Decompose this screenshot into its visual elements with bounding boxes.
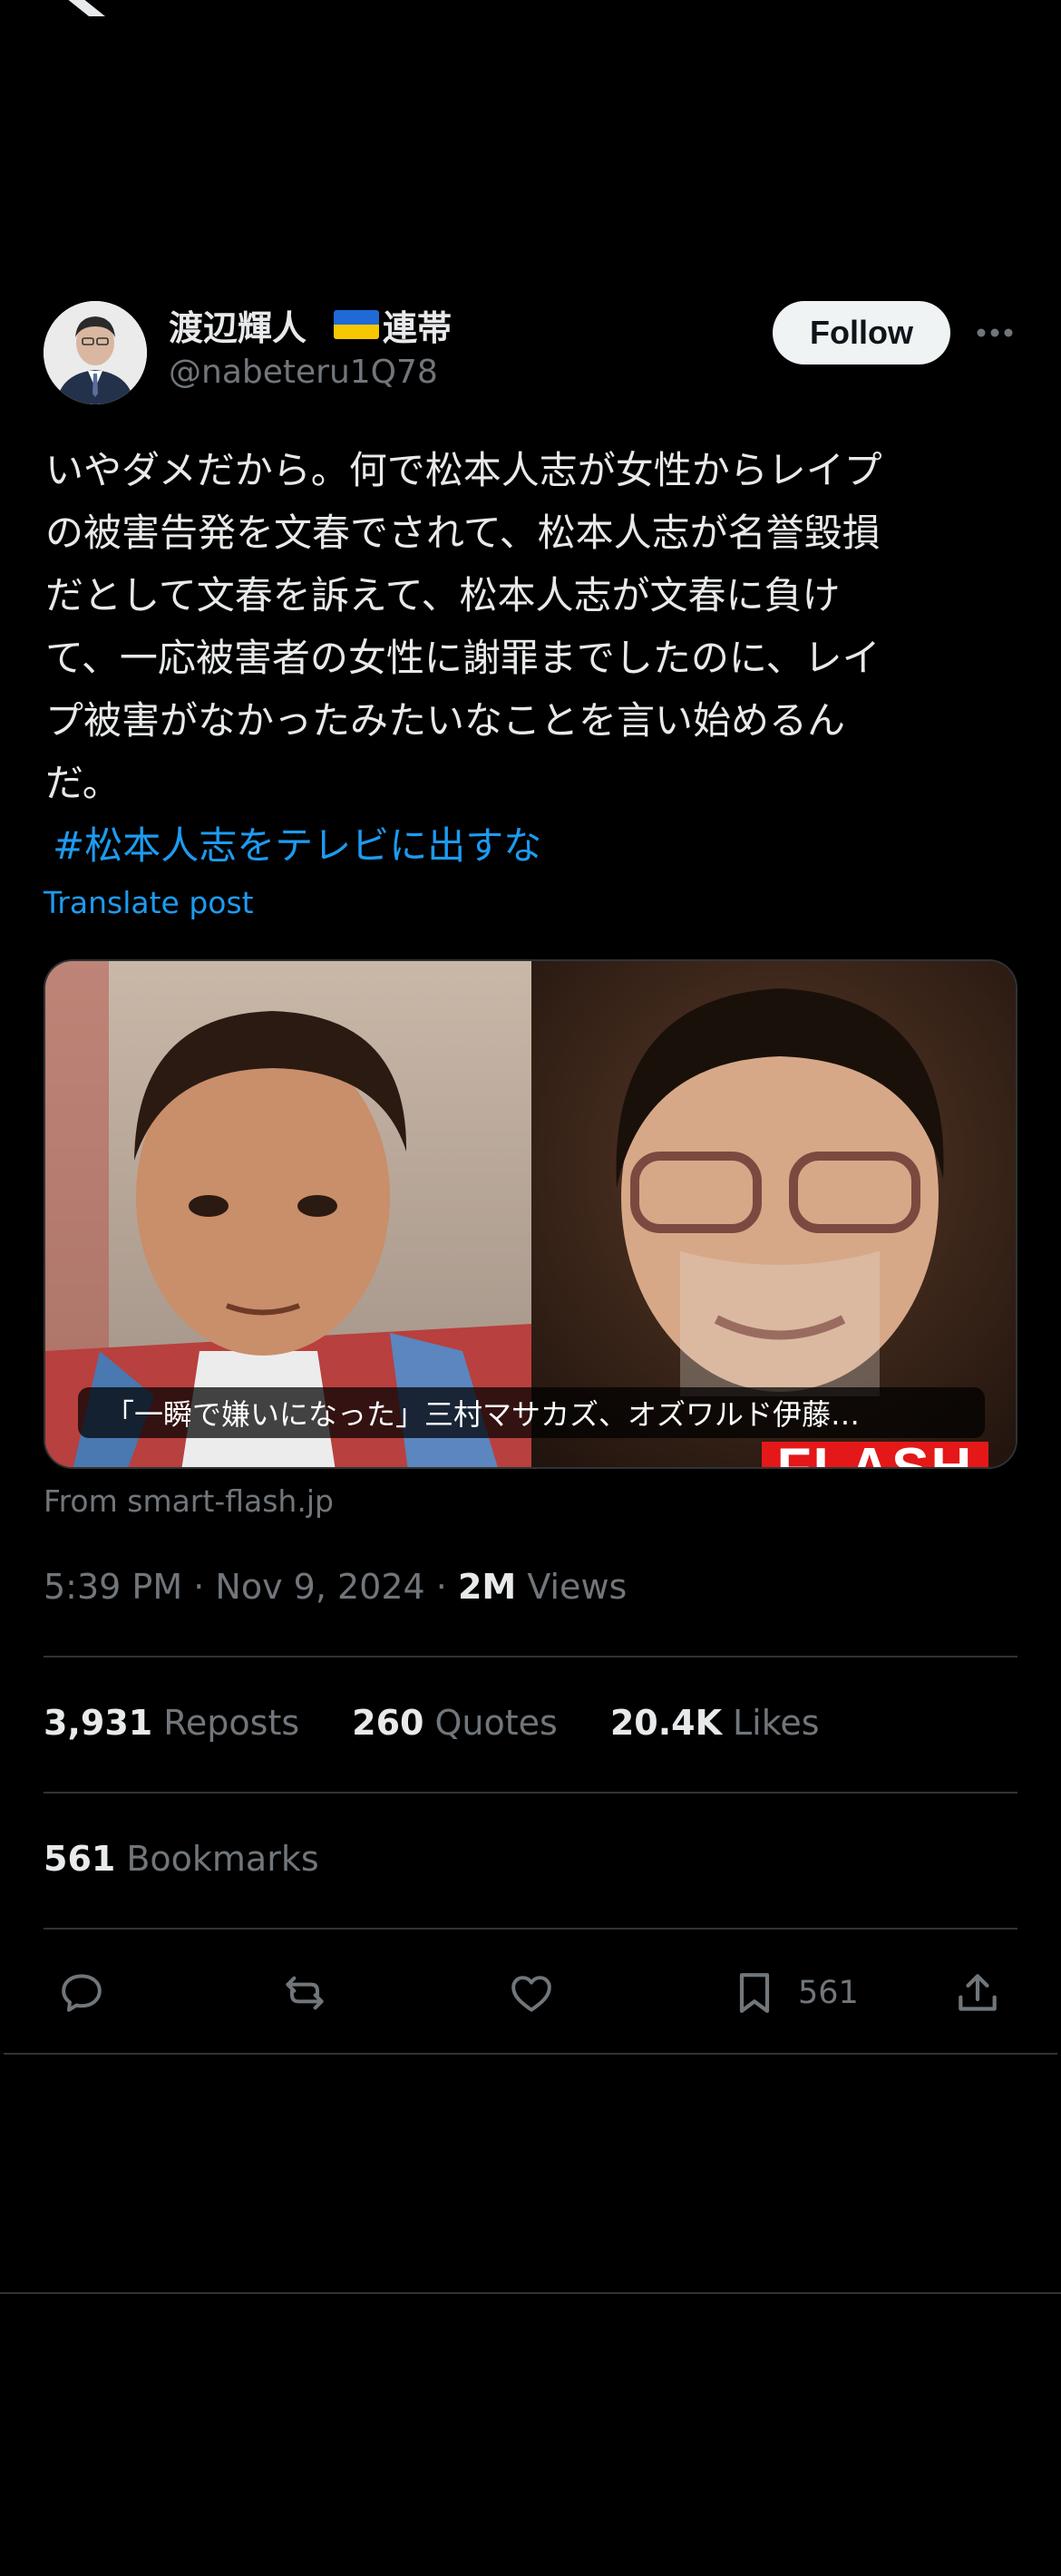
likes-stat[interactable]: 20.4K Likes xyxy=(610,1703,820,1743)
author-handle[interactable]: @nabeteru1Q78 xyxy=(169,354,438,391)
post-hashtag-link[interactable]: #松本人志をテレビに出すな xyxy=(53,814,541,877)
link-preview-brand-logo: FLASH xyxy=(762,1442,988,1467)
divider xyxy=(0,2292,1061,2294)
reply-icon xyxy=(62,1974,102,2012)
quotes-stat[interactable]: 260 Quotes xyxy=(352,1703,558,1743)
share-button[interactable] xyxy=(952,1968,1003,2018)
author-tagline: 連帯 xyxy=(383,307,453,348)
action-bar: 561 xyxy=(0,1959,1061,2024)
bookmark-button[interactable]: 561 xyxy=(729,1968,859,2018)
post-text: いやダメだから。何で松本人志が女性からレイプ の被害告発を文春でされて、松本人志… xyxy=(45,448,882,805)
repost-icon xyxy=(286,1976,324,2010)
views-count: 2M xyxy=(457,1567,517,1607)
link-preview-card[interactable]: 「一瞬で嫌いになった」三村マサカズ、オズワルド伊藤… FLASH xyxy=(44,959,1017,1469)
share-icon xyxy=(959,1974,997,2011)
divider xyxy=(4,2053,1057,2055)
divider xyxy=(44,1928,1017,1930)
views-label: Views xyxy=(527,1567,628,1607)
meta-separator: · xyxy=(193,1567,205,1607)
post-date[interactable]: Nov 9, 2024 xyxy=(215,1567,424,1607)
more-dots-icon[interactable] xyxy=(976,319,1014,346)
link-preview-caption: 「一瞬で嫌いになった」三村マサカズ、オズワルド伊藤… xyxy=(78,1387,985,1438)
link-source[interactable]: From smart-flash.jp xyxy=(44,1483,334,1519)
heart-icon xyxy=(511,1976,551,2012)
ukraine-flag-icon xyxy=(334,310,380,339)
engagement-stats: 3,931 Reposts 260 Quotes 20.4K Likes xyxy=(44,1703,872,1743)
repost-button[interactable] xyxy=(279,1968,330,2018)
meta-separator: · xyxy=(435,1567,447,1607)
bookmarks-stat: 561 Bookmarks xyxy=(44,1839,319,1879)
bookmark-icon xyxy=(739,1973,770,2013)
x-logo-icon[interactable] xyxy=(40,0,109,16)
post-time[interactable]: 5:39 PM xyxy=(44,1567,182,1607)
reposts-stat[interactable]: 3,931 Reposts xyxy=(44,1703,299,1743)
author-display-name[interactable]: 渡辺輝人 xyxy=(169,300,307,350)
author-avatar[interactable] xyxy=(44,301,147,404)
like-button[interactable] xyxy=(506,1968,557,2018)
post-meta: 5:39 PM · Nov 9, 2024 · 2M Views xyxy=(44,1567,627,1607)
reply-button[interactable] xyxy=(56,1968,107,2018)
follow-button[interactable]: Follow xyxy=(773,301,950,365)
divider xyxy=(44,1792,1017,1793)
bookmark-count: 561 xyxy=(798,1975,859,2011)
translate-post-link[interactable]: Translate post xyxy=(44,885,254,920)
divider xyxy=(44,1656,1017,1657)
author-display-name-row[interactable]: 渡辺輝人 連帯 xyxy=(169,301,452,348)
